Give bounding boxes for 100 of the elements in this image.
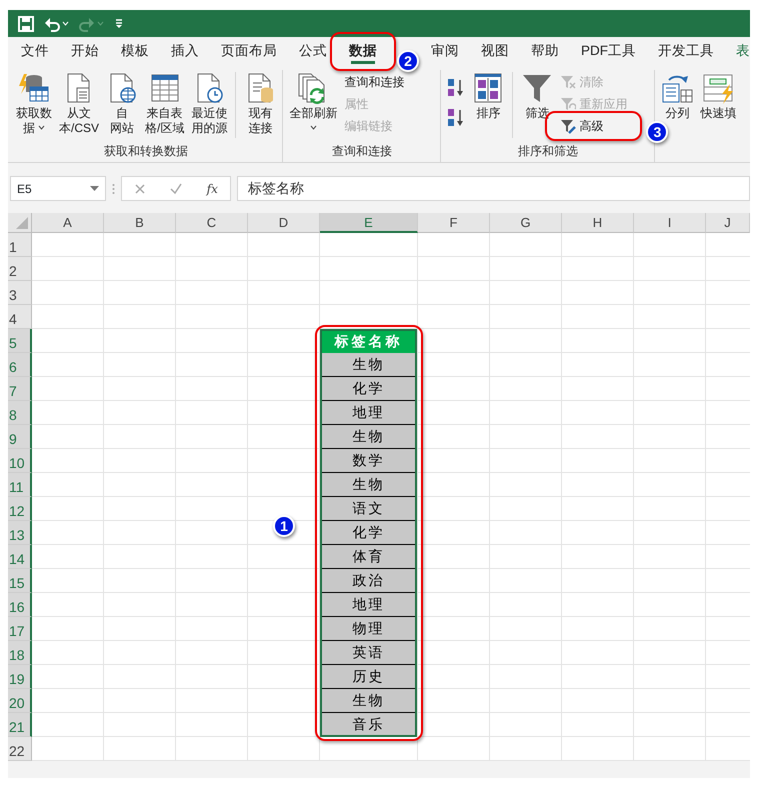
dropdown-arrow-icon — [90, 186, 99, 191]
ribbon-tab[interactable]: 开发工具 — [647, 37, 725, 66]
column-header[interactable]: I — [634, 213, 706, 233]
row-header[interactable]: 2 — [8, 257, 32, 281]
ribbon-button[interactable]: 排序 — [469, 70, 508, 142]
table-header-cell: 标签名称 — [322, 330, 415, 354]
caret-icon — [62, 21, 69, 26]
row-header[interactable]: 11 — [8, 473, 32, 497]
column-header[interactable]: E — [320, 213, 418, 233]
sort-icon — [472, 72, 504, 104]
row-header[interactable]: 5 — [8, 329, 32, 353]
table-cell: 地理 — [322, 401, 415, 425]
database-table-icon — [18, 72, 50, 104]
row-header[interactable]: 15 — [8, 569, 32, 593]
save-button[interactable] — [18, 16, 34, 32]
ribbon-button[interactable]: 最近使 用的源 — [188, 70, 230, 142]
ribbon-tab[interactable]: 审阅 — [420, 37, 470, 66]
column-header[interactable]: H — [562, 213, 634, 233]
clear-filter-icon — [560, 74, 576, 90]
column-header[interactable]: J — [706, 213, 750, 233]
formula-field[interactable]: 标签名称 — [237, 176, 750, 201]
reapply-filter-icon — [560, 96, 576, 112]
table-cell: 化学 — [322, 377, 415, 401]
column-header[interactable]: F — [418, 213, 490, 233]
group-label: 排序和筛选 — [516, 143, 579, 160]
sort-ascending-button[interactable] — [447, 78, 466, 98]
table-cell: 语文 — [322, 497, 415, 521]
row-header[interactable]: 13 — [8, 521, 32, 545]
row-header[interactable]: 22 — [8, 737, 32, 761]
table-cell: 英语 — [322, 641, 415, 665]
flash-fill-icon — [702, 72, 734, 104]
caret-icon — [38, 125, 46, 130]
ribbon-tab[interactable]: 开始 — [60, 37, 110, 66]
row-header[interactable]: 4 — [8, 305, 32, 329]
filter-icon — [521, 72, 554, 104]
row-header[interactable]: 1 — [8, 233, 32, 257]
row-header[interactable]: 18 — [8, 641, 32, 665]
highlight-outline — [330, 32, 396, 71]
table-cell: 生物 — [322, 473, 415, 497]
caret-icon — [97, 21, 104, 26]
table-cell: 生物 — [322, 425, 415, 449]
row-header[interactable]: 14 — [8, 545, 32, 569]
ribbon-tab[interactable]: 页面布局 — [210, 37, 288, 66]
ribbon-button[interactable]: 从文 本/CSV — [56, 70, 102, 142]
insert-function-button[interactable]: fx — [206, 180, 218, 198]
ribbon-button[interactable]: 快速填 — [697, 70, 740, 142]
ribbon-button[interactable]: 查询和连接 — [341, 72, 408, 92]
row-header[interactable]: 9 — [8, 425, 32, 449]
ribbon-button[interactable]: 现有 连接 — [241, 70, 280, 142]
row-header[interactable]: 10 — [8, 449, 32, 473]
table-cell: 生物 — [322, 353, 415, 377]
group-label: 获取和转换数据 — [103, 143, 190, 160]
row-header[interactable]: 21 — [8, 713, 32, 737]
table-icon — [148, 72, 181, 104]
table-cell: 数学 — [322, 449, 415, 473]
column-header[interactable]: C — [176, 213, 248, 233]
table-cell: 生物 — [322, 689, 415, 713]
ribbon-tab[interactable]: 模板 — [110, 37, 160, 66]
ribbon-button[interactable]: 获取数 据 — [13, 70, 55, 142]
table-cell: 物理 — [322, 617, 415, 641]
ribbon-tab[interactable]: 插入 — [160, 37, 210, 66]
advanced-filter-icon — [560, 118, 576, 134]
group-label: 查询和连接 — [330, 143, 393, 160]
check-icon — [170, 182, 182, 194]
table-cell: 体育 — [322, 545, 415, 569]
name-box[interactable]: E5 — [10, 176, 106, 201]
ribbon-button[interactable]: 自 网站 — [103, 70, 142, 142]
ribbon-tab[interactable]: PDF工具 — [570, 37, 647, 66]
table-cell: 音乐 — [322, 713, 415, 737]
row-header[interactable]: 3 — [8, 281, 32, 305]
ribbon-button[interactable]: 高级 — [557, 116, 630, 136]
column-header[interactable]: A — [32, 213, 104, 233]
caret-icon — [310, 125, 317, 130]
undo-button[interactable] — [44, 16, 69, 32]
row-header[interactable]: 7 — [8, 377, 32, 401]
row-header[interactable]: 8 — [8, 401, 32, 425]
ribbon-button[interactable]: 来自表 格/区域 — [142, 70, 188, 142]
ribbon-tab[interactable]: 帮助 — [520, 37, 570, 66]
row-header[interactable]: 6 — [8, 353, 32, 377]
row-header[interactable]: 20 — [8, 689, 32, 713]
column-header[interactable]: D — [248, 213, 320, 233]
table-cell: 地理 — [322, 593, 415, 617]
ribbon-tab[interactable]: 视图 — [470, 37, 520, 66]
row-header[interactable]: 12 — [8, 497, 32, 521]
row-header[interactable]: 16 — [8, 593, 32, 617]
ribbon-tab[interactable]: 文件 — [10, 37, 60, 66]
step-marker: 3 — [646, 121, 668, 143]
column-header[interactable]: B — [104, 213, 176, 233]
select-all-icon — [16, 217, 28, 229]
ribbon-tab[interactable]: 表 — [725, 37, 750, 66]
ribbon-tab[interactable]: 公式 — [288, 37, 338, 66]
table-cell: 政治 — [322, 569, 415, 593]
ribbon-button[interactable]: 全部刷新 — [286, 70, 340, 142]
step-marker: 2 — [397, 50, 419, 72]
row-header[interactable]: 17 — [8, 617, 32, 641]
cancel-icon — [134, 182, 146, 194]
column-header[interactable]: G — [490, 213, 562, 233]
row-header[interactable]: 19 — [8, 665, 32, 689]
sort-descending-button[interactable] — [447, 108, 466, 128]
table-cell: 历史 — [322, 665, 415, 689]
